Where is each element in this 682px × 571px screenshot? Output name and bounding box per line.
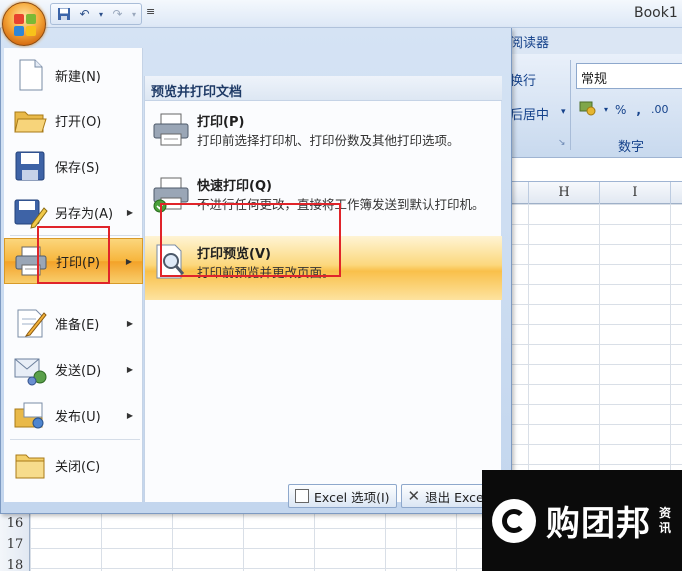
prepare-icon: [12, 305, 48, 341]
column-headers: H I: [500, 182, 682, 204]
printer-icon: [13, 243, 49, 279]
column-header-next[interactable]: [670, 182, 682, 204]
wrap-text-button[interactable]: 换行: [510, 70, 536, 89]
menu-item-label: 打开(O): [55, 114, 102, 130]
menu-item-print[interactable]: 打印(P) ▶: [4, 238, 143, 284]
menu-item-save-as[interactable]: 另存为(A) ▶: [4, 189, 143, 235]
chevron-down-icon[interactable]: ▾: [604, 100, 608, 120]
comma-button[interactable]: ,: [633, 100, 644, 120]
menu-item-label: 保存(S): [55, 160, 100, 176]
menu-item-send[interactable]: 发送(D) ▶: [4, 346, 143, 392]
submenu-item-description: 打印前选择打印机、打印份数及其他打印选项。: [197, 133, 460, 148]
percent-button[interactable]: %: [612, 100, 629, 120]
excel-options-button[interactable]: Excel 选项(I): [288, 484, 397, 508]
open-folder-icon: [12, 102, 48, 138]
undo-icon[interactable]: ↶: [76, 6, 93, 22]
menu-item-prepare[interactable]: 准备(E) ▶: [4, 300, 143, 346]
group-separator: [570, 60, 571, 150]
chevron-right-icon: ▶: [126, 410, 133, 420]
office-menu: 新建(N) 打开(O) 保存(S) 另存为(A) ▶ 打印(P) ▶ 准备(E)…: [0, 28, 512, 514]
number-format-select[interactable]: 常规: [576, 63, 682, 89]
options-icon: [295, 489, 309, 503]
number-format-buttons: ▾ % , .00: [576, 100, 671, 120]
office-menu-commands: 新建(N) 打开(O) 保存(S) 另存为(A) ▶ 打印(P) ▶ 准备(E)…: [4, 48, 143, 502]
menu-item-label: 另存为(A): [55, 206, 114, 222]
chevron-right-icon: ▶: [126, 364, 133, 374]
submenu-title: 预览并打印文档: [145, 76, 502, 101]
row-header-17[interactable]: 17: [0, 537, 30, 552]
menu-item-close[interactable]: 关闭(C): [4, 442, 143, 488]
send-icon: [12, 351, 48, 387]
submenu-item-title: 快速打印(Q): [197, 179, 272, 194]
column-header-i[interactable]: I: [599, 182, 670, 204]
column-header-h[interactable]: H: [528, 182, 599, 204]
submenu-item-description: 打印前预览并更改页面。: [197, 265, 335, 280]
watermark-brand: 购团邦: [546, 504, 651, 544]
print-submenu: 预览并打印文档 打印(P) 打印前选择打印机、打印份数及其他打印选项。 快速打印…: [144, 76, 502, 502]
menu-item-publish[interactable]: 发布(U) ▶: [4, 392, 143, 438]
submenu-item-description: 不进行任何更改，直接将工作簿发送到默认打印机。: [197, 197, 485, 212]
menu-item-label: 发布(U): [55, 409, 101, 425]
printer-icon: [151, 110, 191, 150]
office-button[interactable]: [2, 2, 46, 46]
title-bar: ↶ ▾ ↷ ▾ ≡ Book1 -: [0, 0, 682, 28]
menu-item-label: 关闭(C): [55, 459, 101, 475]
chevron-down-icon[interactable]: ▾: [97, 6, 105, 22]
menu-item-label: 新建(N): [55, 69, 101, 85]
exit-excel-button[interactable]: ✕ 退出 Excel: [400, 484, 495, 508]
dialog-launcher-icon[interactable]: ↘: [558, 138, 566, 148]
decimal-button[interactable]: .00: [648, 100, 672, 120]
row-header-18[interactable]: 18: [0, 558, 30, 571]
brand-logo-icon: [492, 498, 536, 543]
submenu-item-print-preview[interactable]: 打印预览(V) 打印前预览并更改页面。: [145, 236, 502, 300]
chevron-right-icon: ▶: [125, 256, 132, 266]
publish-icon: [12, 397, 48, 433]
submenu-item-quick-print[interactable]: 快速打印(Q) 不进行任何更改，直接将工作簿发送到默认打印机。: [145, 168, 502, 234]
menu-item-save[interactable]: 保存(S): [4, 143, 143, 189]
exit-excel-label: 退出 Excel: [425, 489, 488, 505]
menu-item-new[interactable]: 新建(N): [4, 52, 143, 98]
cell-grid-lower[interactable]: [30, 514, 500, 571]
submenu-item-title: 打印预览(V): [197, 247, 271, 262]
menu-item-label: 准备(E): [55, 317, 100, 333]
number-group-label: 数字: [618, 140, 645, 155]
menu-item-label: 打印(P): [56, 255, 100, 271]
chevron-right-icon: ▶: [126, 318, 133, 328]
save-icon: [12, 148, 48, 184]
quick-print-icon: [151, 174, 191, 214]
menu-divider: [10, 235, 140, 236]
save-as-icon: [12, 194, 48, 230]
chevron-right-icon: ▶: [126, 207, 133, 217]
chevron-down-icon[interactable]: ▾: [130, 6, 138, 22]
tab-reader[interactable]: 阅读器: [510, 32, 549, 51]
window-title: Book1 -: [634, 5, 682, 21]
new-document-icon: [12, 57, 48, 93]
close-icon: ✕: [407, 487, 421, 505]
close-folder-icon: [12, 447, 48, 483]
quick-access-toolbar: ↶ ▾ ↷ ▾: [50, 3, 142, 25]
menu-item-open[interactable]: 打开(O): [4, 97, 143, 143]
chevron-down-icon[interactable]: ▾: [561, 107, 566, 117]
office-menu-footer: Excel 选项(I) ✕ 退出 Excel: [288, 484, 495, 508]
submenu-item-print[interactable]: 打印(P) 打印前选择打印机、打印份数及其他打印选项。: [145, 104, 502, 164]
currency-icon[interactable]: [576, 100, 600, 120]
menu-divider: [10, 439, 140, 440]
redo-icon[interactable]: ↷: [109, 6, 126, 22]
excel-options-label: Excel 选项(I): [314, 489, 390, 505]
watermark: 购团邦 资讯: [482, 470, 682, 571]
merge-center-button[interactable]: 后居中: [510, 104, 549, 123]
submenu-item-title: 打印(P): [197, 115, 245, 130]
row-headers: 16 17 18: [0, 514, 30, 571]
office-logo-icon: [14, 14, 36, 36]
equal-icon[interactable]: ≡: [146, 5, 155, 18]
print-preview-icon: [151, 242, 191, 282]
watermark-side-text: 资讯: [659, 505, 672, 535]
menu-item-label: 发送(D): [55, 363, 102, 379]
row-header-16[interactable]: 16: [0, 516, 30, 531]
formula-bar[interactable]: [500, 158, 682, 182]
save-icon[interactable]: [55, 6, 72, 22]
